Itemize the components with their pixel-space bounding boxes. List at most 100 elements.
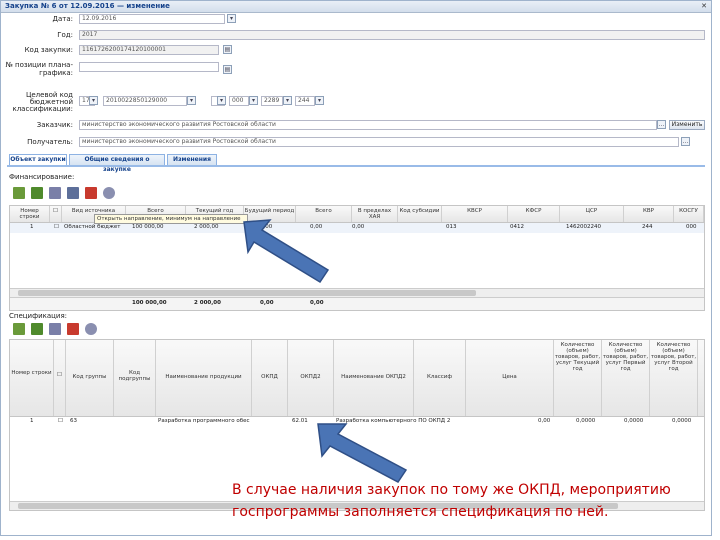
delete-icon[interactable] <box>85 187 97 199</box>
col-header[interactable]: ОКПД2 <box>288 340 334 416</box>
financing-title: Финансирование: <box>9 173 75 181</box>
totals-row: 100 000,00 2 000,00 0,00 0,00 <box>10 297 704 310</box>
change-customer-button[interactable]: Изменить <box>669 120 705 130</box>
cell: 0,00 <box>352 224 365 230</box>
cell: Разработка программного обеспечения <box>158 418 250 424</box>
chevron-down-icon[interactable]: ▾ <box>249 96 258 105</box>
financing-toolbar <box>9 185 129 201</box>
total-cell: 100 000,00 <box>132 300 167 306</box>
date-field[interactable]: 12.09.2016 <box>79 14 225 24</box>
col-header[interactable]: Код группы <box>66 340 114 416</box>
tab-bar: Объект закупки Общие сведения о закупке … <box>7 153 705 173</box>
year-label: Год: <box>57 31 73 39</box>
kbk-part-5[interactable]: 2289 <box>261 96 283 106</box>
col-header[interactable]: Код субсидии <box>398 206 442 222</box>
col-header[interactable]: Номер строки <box>10 206 50 222</box>
col-header[interactable]: Наименование продукции <box>156 340 252 416</box>
cell: 000 <box>686 224 697 230</box>
col-header[interactable]: Количество (объем) товаров, работ, услуг… <box>650 340 698 416</box>
scroll-thumb[interactable] <box>18 290 476 296</box>
customer-field[interactable]: министерство экономического развития Рос… <box>79 120 657 130</box>
delete-icon[interactable] <box>67 323 79 335</box>
financing-grid: Номер строки ☐ Вид источника Всего Текущ… <box>9 205 705 311</box>
cell: 62.01 <box>292 418 308 424</box>
customer-label: Заказчик: <box>36 121 73 129</box>
more-icon[interactable]: … <box>657 120 666 129</box>
tooltip: Открыть направление, минимум на направле… <box>94 214 248 224</box>
col-header-checkbox[interactable]: ☐ <box>50 206 62 222</box>
col-header[interactable]: КВСР <box>442 206 508 222</box>
cell: 100 000,00 <box>132 224 164 230</box>
arrow-shape <box>317 423 408 483</box>
total-cell: 0,00 <box>310 300 324 306</box>
chevron-down-icon[interactable]: ▾ <box>187 96 196 105</box>
cell: 0,0000 <box>624 418 644 424</box>
annotation-arrow-spec <box>317 423 408 483</box>
col-header[interactable]: Код подгруппы <box>114 340 156 416</box>
kbk-part-6[interactable]: 244 <box>295 96 315 106</box>
col-header[interactable]: Количество (объем) товаров, работ, услуг… <box>602 340 650 416</box>
window-title: Закупка № 6 от 12.09.2016 — изменение <box>5 2 170 10</box>
col-header[interactable]: ЦСР <box>560 206 624 222</box>
cell: 013 <box>446 224 457 230</box>
col-header[interactable]: КВР <box>624 206 674 222</box>
spec-toolbar <box>9 321 129 337</box>
recipient-field[interactable]: министерство экономического развития Рос… <box>79 137 679 147</box>
code-field[interactable]: 1161726200174120100001 <box>79 45 219 55</box>
cell: Областной бюджет <box>64 224 121 230</box>
cell: 63 <box>70 418 77 424</box>
chevron-down-icon[interactable]: ▾ <box>89 96 98 105</box>
document-icon[interactable]: ▤ <box>223 65 232 74</box>
col-header[interactable]: КФСР <box>508 206 560 222</box>
position-label: № позиции плана-графика: <box>5 61 73 77</box>
col-header[interactable]: В пределах ХАЯ <box>352 206 398 222</box>
col-header[interactable]: Наименование ОКПД2 <box>334 340 414 416</box>
table-row[interactable]: 1 ☐ Областной бюджет 100 000,00 2 000,00… <box>10 223 704 233</box>
year-field[interactable]: 2017 <box>79 30 705 40</box>
cell: 0,0000 <box>576 418 596 424</box>
tab-changes[interactable]: Изменения <box>167 154 217 165</box>
cell: 244 <box>642 224 653 230</box>
kbk-label: Целевой код бюджетной классификации: <box>12 91 73 113</box>
recipient-label: Получатель: <box>27 138 73 146</box>
tab-object[interactable]: Объект закупки <box>9 154 67 165</box>
col-header[interactable]: КОСГУ <box>674 206 704 222</box>
document-icon[interactable]: ▤ <box>223 45 232 54</box>
kbk-part-2[interactable]: 2010022850129000 <box>103 96 187 106</box>
gear-icon[interactable] <box>85 323 97 335</box>
add-icon[interactable] <box>31 323 43 335</box>
copy-icon[interactable] <box>49 323 61 335</box>
edit-icon[interactable] <box>13 323 25 335</box>
arrow-shape <box>243 219 330 284</box>
cell: 0,0000 <box>672 418 692 424</box>
chevron-down-icon[interactable]: ▾ <box>283 96 292 105</box>
kbk-part-4[interactable]: 000 <box>229 96 249 106</box>
position-field[interactable] <box>79 62 219 72</box>
col-header-checkbox[interactable]: ☐ <box>54 340 66 416</box>
date-label: Дата: <box>52 15 73 23</box>
row-checkbox[interactable]: ☐ <box>54 223 59 232</box>
row-checkbox[interactable]: ☐ <box>58 417 63 426</box>
close-icon[interactable]: ✕ <box>700 2 708 10</box>
chevron-down-icon[interactable]: ▾ <box>217 96 226 105</box>
cell: 1 <box>30 418 34 424</box>
col-header[interactable]: Количество (объем) товаров, работ, услуг… <box>554 340 602 416</box>
open-direction-icon[interactable] <box>67 187 79 199</box>
edit-icon[interactable] <box>13 187 25 199</box>
gear-icon[interactable] <box>103 187 115 199</box>
spec-grid-header: Номер строки ☐ Код группы Код подгруппы … <box>10 340 704 417</box>
annotation-arrow-financing <box>243 219 330 284</box>
total-cell: 2 000,00 <box>194 300 221 306</box>
more-icon[interactable]: … <box>681 137 690 146</box>
col-header[interactable]: Цена <box>466 340 554 416</box>
add-icon[interactable] <box>31 187 43 199</box>
col-header[interactable]: ОКПД <box>252 340 288 416</box>
window-titlebar: Закупка № 6 от 12.09.2016 — изменение ✕ <box>1 1 711 13</box>
horizontal-scrollbar[interactable] <box>10 288 704 297</box>
tab-general[interactable]: Общие сведения о закупке <box>69 154 165 173</box>
calendar-icon[interactable]: ▾ <box>227 14 236 23</box>
copy-icon[interactable] <box>49 187 61 199</box>
chevron-down-icon[interactable]: ▾ <box>315 96 324 105</box>
col-header[interactable]: Классиф <box>414 340 466 416</box>
col-header[interactable]: Номер строки <box>10 340 54 416</box>
